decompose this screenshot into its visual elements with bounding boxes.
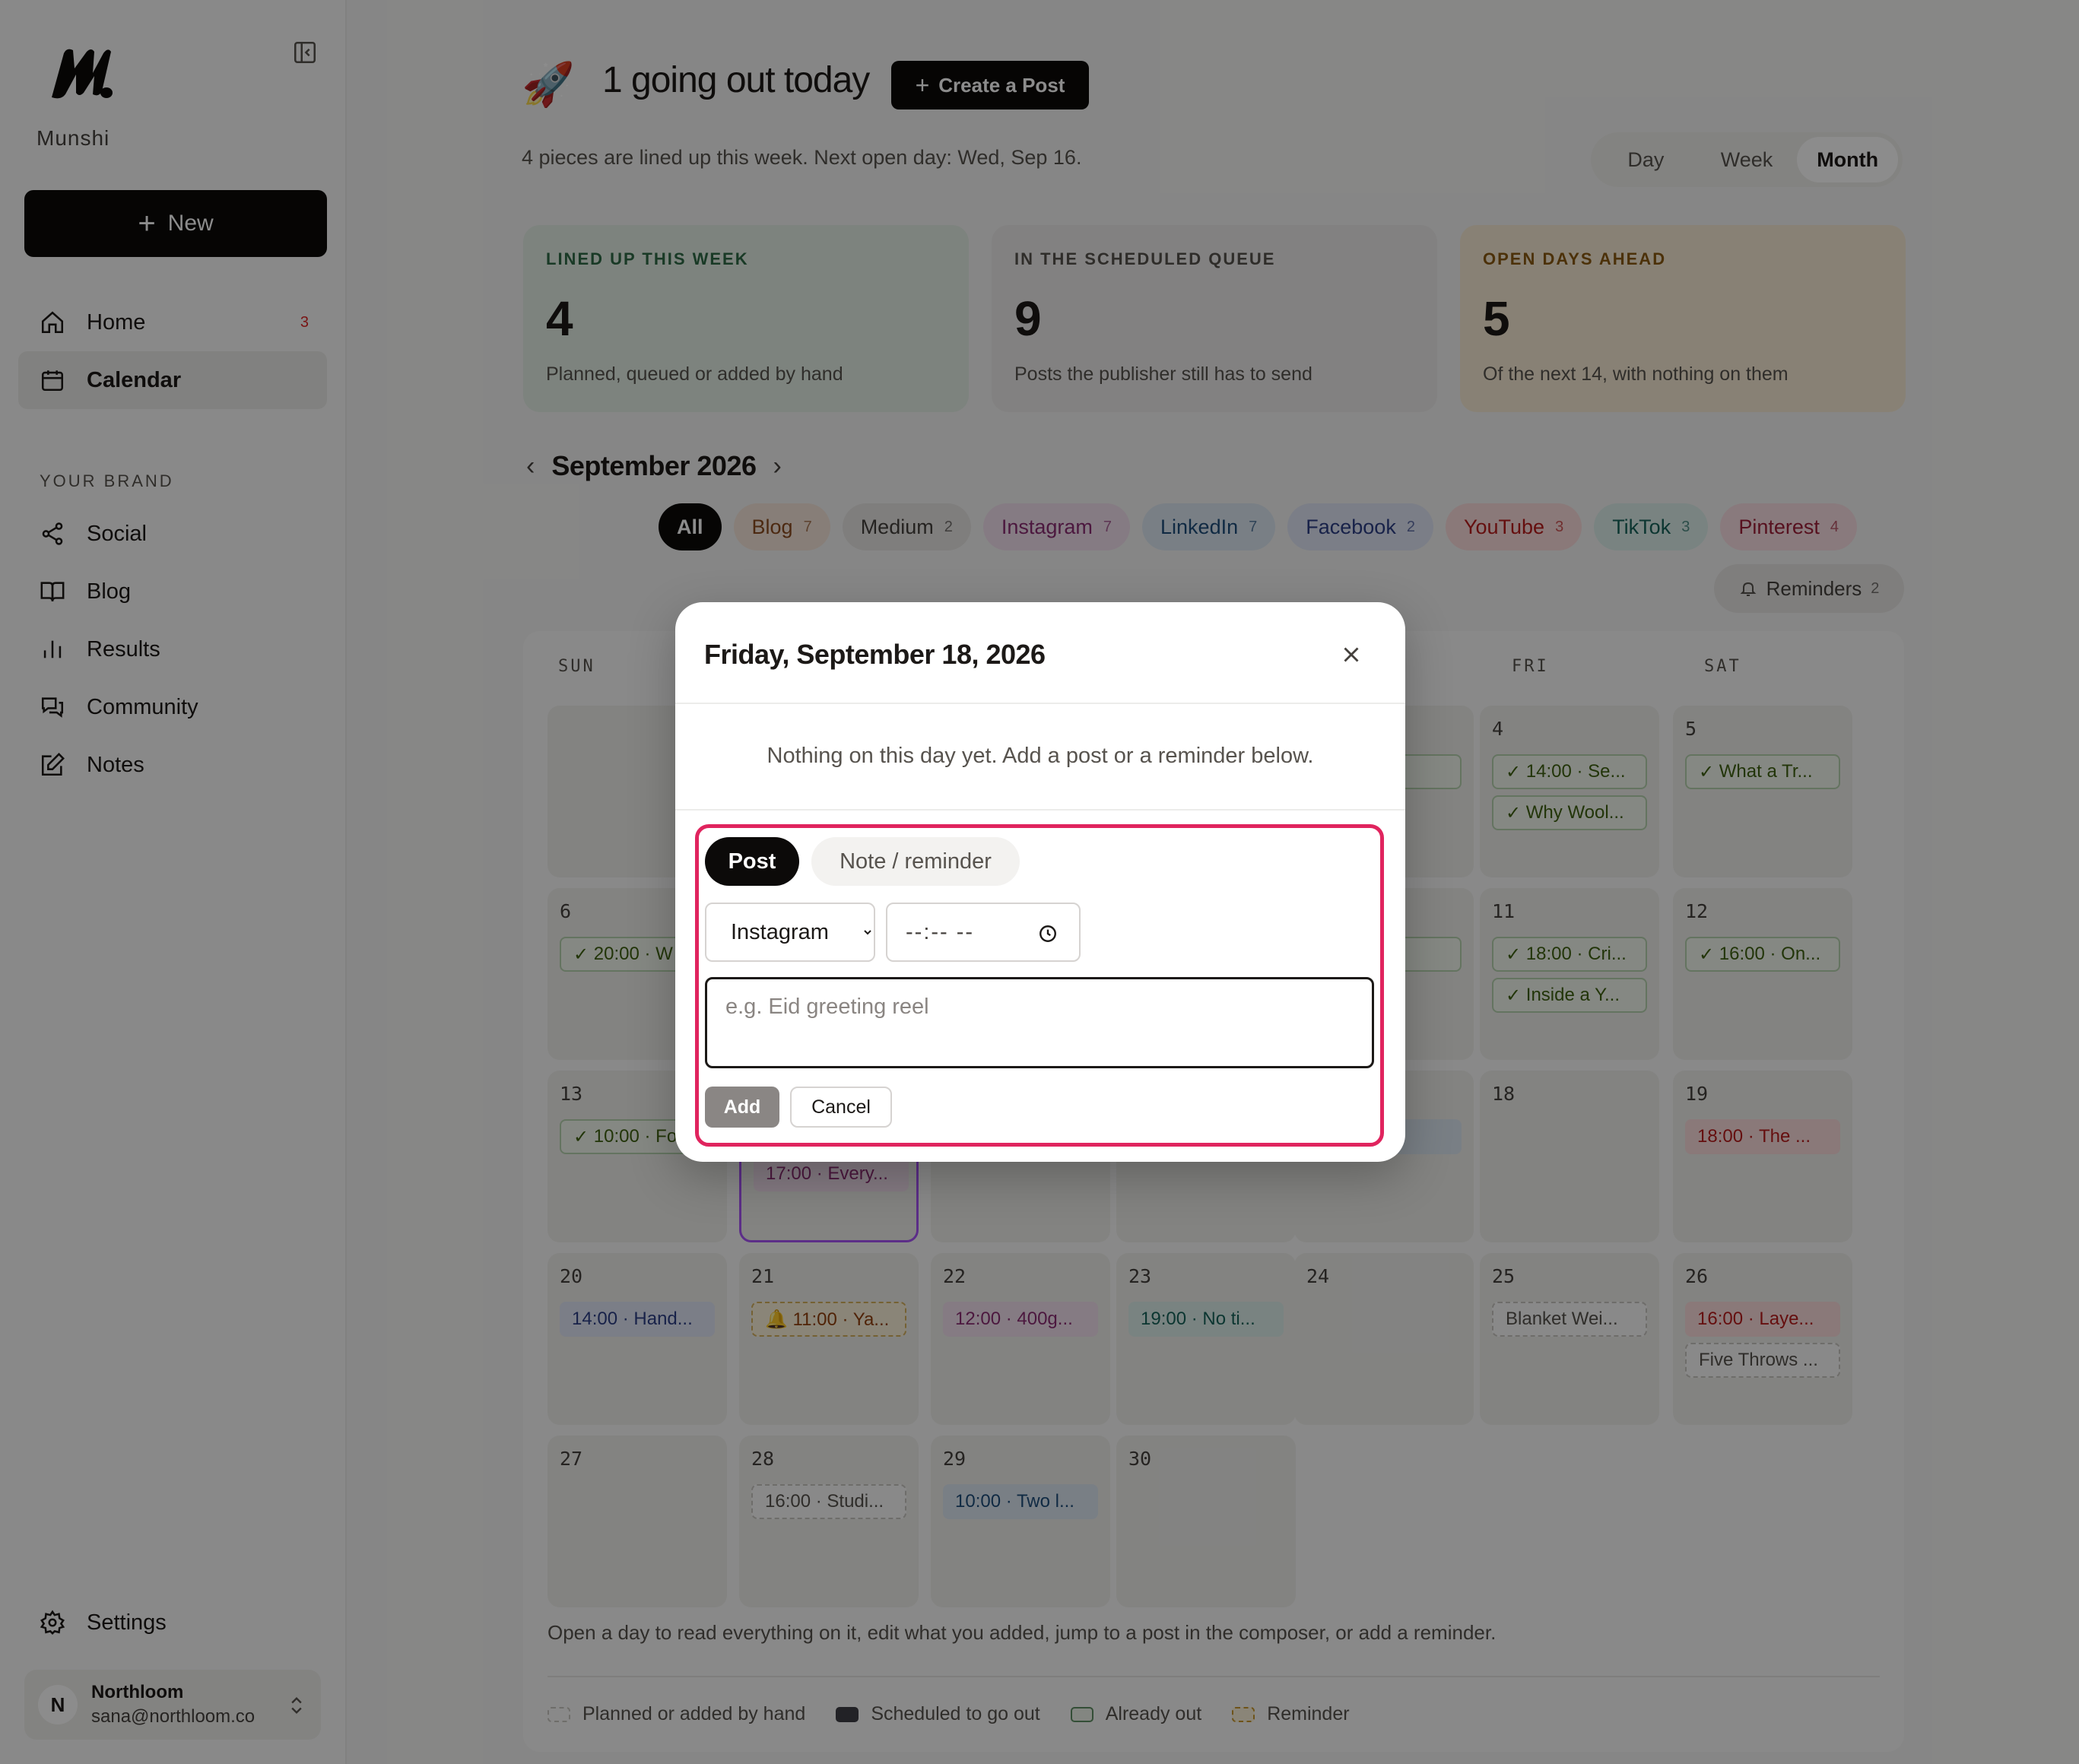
tab-note-reminder[interactable]: Note / reminder xyxy=(811,837,1020,886)
platform-select[interactable]: Instagram xyxy=(705,903,875,962)
add-button[interactable]: Add xyxy=(705,1087,779,1128)
close-icon[interactable] xyxy=(1338,642,1364,668)
time-input[interactable]: --:-- -- xyxy=(886,903,1081,962)
divider xyxy=(675,809,1405,811)
divider xyxy=(675,703,1405,704)
cancel-button[interactable]: Cancel xyxy=(790,1087,892,1128)
post-text-input[interactable] xyxy=(705,977,1374,1068)
day-detail-dialog: Friday, September 18, 2026 Nothing on th… xyxy=(675,602,1405,1162)
dialog-title: Friday, September 18, 2026 xyxy=(704,639,1046,670)
tab-post[interactable]: Post xyxy=(705,837,799,886)
clock-icon[interactable] xyxy=(1038,924,1058,944)
empty-state-message: Nothing on this day yet. Add a post or a… xyxy=(767,744,1314,768)
add-item-form: Post Note / reminder Instagram --:-- -- … xyxy=(695,824,1384,1147)
time-value: --:-- -- xyxy=(906,919,975,944)
